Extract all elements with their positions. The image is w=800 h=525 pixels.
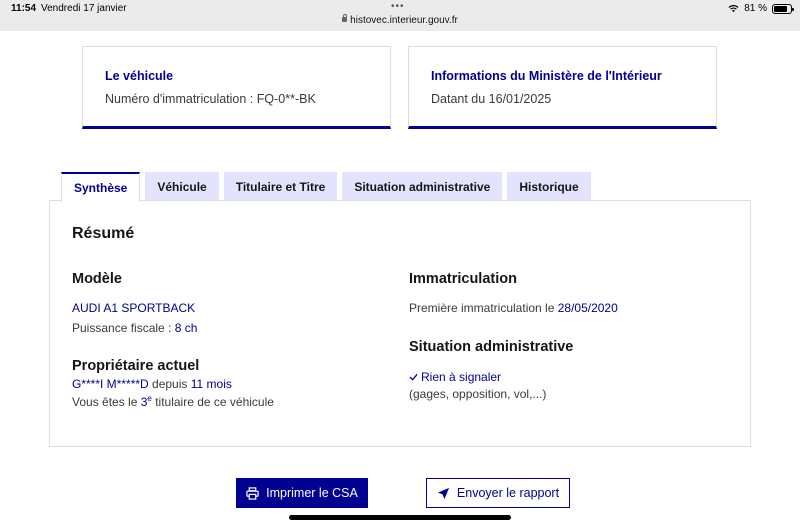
ministry-card-title: Informations du Ministère de l'Intérieur <box>431 69 662 83</box>
status-right: 81 % <box>728 3 794 14</box>
tab-vehicule[interactable]: Véhicule <box>145 172 219 201</box>
fiscal-power: Puissance fiscale : 8 ch <box>72 321 197 335</box>
vehicle-card-title: Le véhicule <box>105 69 174 83</box>
fiscal-power-label: Puissance fiscale : <box>72 321 175 335</box>
check-icon <box>409 373 418 381</box>
status-bar: 11:54 Vendredi 17 janvier ••• histovec.i… <box>0 0 800 31</box>
owner-rank-end: titulaire de ce véhicule <box>151 395 274 409</box>
summary-panel: Résumé Modèle AUDI A1 SPORTBACK Puissanc… <box>49 200 751 447</box>
admin-status: Rien à signaler <box>409 370 501 384</box>
battery-level <box>774 5 787 12</box>
first-registration: Première immatriculation le 28/05/2020 <box>409 301 618 315</box>
fiscal-power-value: 8 ch <box>174 321 198 335</box>
tab-list: Synthèse Véhicule Titulaire et Titre Sit… <box>61 172 591 202</box>
model-name: AUDI A1 SPORTBACK <box>72 301 196 315</box>
tab-titulaire-titre[interactable]: Titulaire et Titre <box>223 172 338 201</box>
address-bar[interactable]: histovec.interieur.gouv.fr <box>0 14 800 26</box>
home-indicator[interactable] <box>289 515 511 520</box>
registration-heading: Immatriculation <box>409 271 517 287</box>
lock-icon <box>342 14 348 22</box>
owner-line: G****I M*****D depuis 11 mois <box>72 377 232 391</box>
first-registration-date: 28/05/2020 <box>557 301 618 315</box>
model-heading: Modèle <box>72 271 122 287</box>
printer-icon <box>246 486 259 500</box>
summary-heading: Résumé <box>72 225 135 242</box>
owner-rank-prefix: Vous êtes le <box>72 395 141 409</box>
registration-number: Numéro d'immatriculation : FQ-0**-BK <box>105 92 316 106</box>
ministry-card: Informations du Ministère de l'Intérieur… <box>408 46 717 129</box>
send-report-button[interactable]: Envoyer le rapport <box>426 478 570 508</box>
print-csa-label: Imprimer le CSA <box>266 486 358 500</box>
status-time: 11:54 <box>11 3 37 14</box>
admin-details: (gages, opposition, vol,...) <box>409 387 547 401</box>
multitasking-dots-icon[interactable]: ••• <box>391 1 405 12</box>
owner-name: G****I M*****D <box>72 377 149 391</box>
admin-status-text: Rien à signaler <box>421 370 502 384</box>
send-report-label: Envoyer le rapport <box>456 486 560 500</box>
tab-situation-administrative[interactable]: Situation administrative <box>342 172 503 201</box>
status-date: Vendredi 17 janvier <box>41 3 127 14</box>
admin-heading: Situation administrative <box>409 339 574 355</box>
tab-historique[interactable]: Historique <box>507 172 591 201</box>
tab-synthese[interactable]: Synthèse <box>61 172 141 202</box>
owner-rank: Vous êtes le 3e titulaire de ce véhicule <box>72 394 274 409</box>
first-registration-label: Première immatriculation le <box>409 301 558 315</box>
owner-heading: Propriétaire actuel <box>72 358 200 374</box>
battery-icon <box>772 3 794 14</box>
wifi-icon <box>728 5 739 13</box>
battery-percent: 81 % <box>744 3 767 14</box>
owner-since-label: depuis <box>148 377 191 391</box>
owner-since-value: 11 mois <box>190 377 232 391</box>
send-icon <box>437 487 449 499</box>
print-csa-button[interactable]: Imprimer le CSA <box>236 478 368 508</box>
address-url: histovec.interieur.gouv.fr <box>350 15 458 26</box>
ministry-date: Datant du 16/01/2025 <box>431 92 552 106</box>
vehicle-card: Le véhicule Numéro d'immatriculation : F… <box>82 46 391 129</box>
